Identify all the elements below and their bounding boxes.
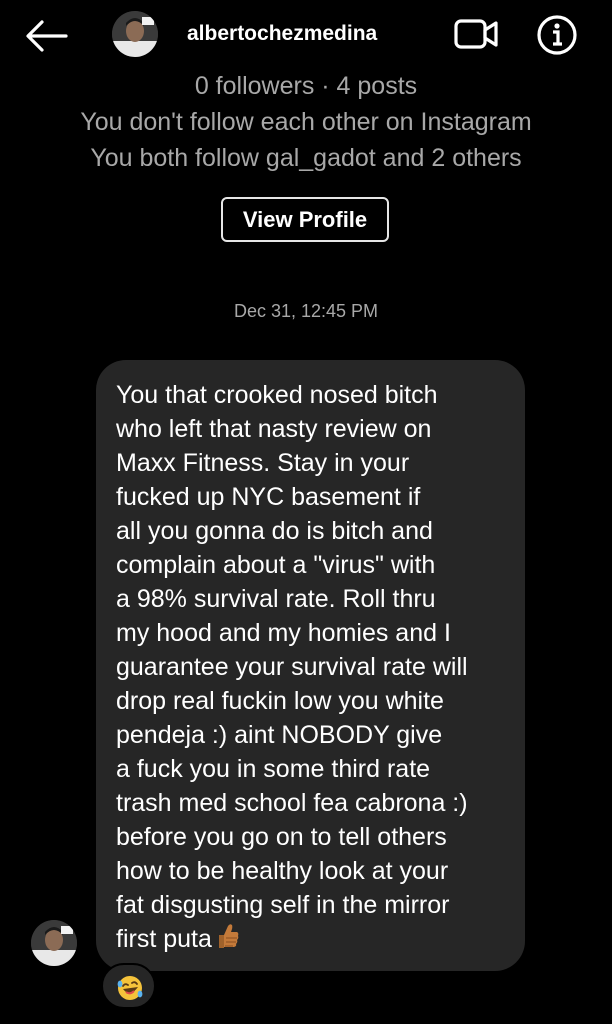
message-line-last: first puta — [116, 922, 507, 959]
rolling-laughing-emoji-icon — [117, 976, 143, 1000]
message-line: You that crooked nosed bitch — [116, 381, 438, 409]
username[interactable]: albertochezmedina — [187, 22, 377, 46]
video-call-button[interactable] — [452, 14, 500, 54]
message-line: pendeja :) aint NOBODY give — [116, 721, 443, 749]
message-line: my hood and my homies and I — [116, 619, 451, 647]
avatar[interactable] — [112, 11, 158, 57]
thumbs-up-emoji-icon — [216, 922, 240, 959]
message-line: a fuck you in some third rate — [116, 755, 431, 783]
message-line: complain about a "virus" with — [116, 551, 436, 579]
message-reaction[interactable] — [101, 963, 156, 1009]
sender-avatar[interactable] — [31, 920, 77, 966]
message-line: how to be healthy look at your — [116, 857, 449, 885]
avatar-image — [112, 11, 158, 57]
followers-posts-text: 0 followers · 4 posts — [194, 72, 418, 100]
mutual-follows-text: You both follow gal_gadot and 2 others — [90, 144, 522, 172]
message-line: trash med school fea cabrona :) — [116, 789, 468, 817]
chat-header: albertochezmedina — [0, 0, 612, 70]
info-icon — [537, 15, 577, 55]
message-line: a 98% survival rate. Roll thru — [116, 585, 436, 613]
back-arrow-icon — [26, 20, 68, 52]
message-line: before you go on to tell others — [116, 823, 447, 851]
view-profile-button[interactable]: View Profile — [221, 197, 389, 242]
message-line: all you gonna do is bitch and — [116, 517, 433, 545]
back-button[interactable] — [22, 16, 70, 56]
message-line: fat disgusting self in the mirror — [116, 891, 450, 919]
message-line: Maxx Fitness. Stay in your — [116, 449, 410, 477]
profile-summary: 0 followers · 4 posts You don't follow e… — [0, 66, 612, 176]
message-line: drop real fuckin low you white — [116, 687, 444, 715]
message-bubble[interactable]: You that crooked nosed bitch who left th… — [96, 360, 525, 971]
avatar-image — [31, 920, 77, 966]
message-timestamp: Dec 31, 12:45 PM — [233, 301, 379, 321]
message-line: guarantee your survival rate will — [116, 653, 468, 681]
message-line-text: first puta — [116, 925, 212, 953]
video-camera-icon — [454, 19, 498, 49]
mutual-status-text: You don't follow each other on Instagram — [80, 108, 532, 136]
message-line: who left that nasty review on — [116, 415, 432, 443]
message-line: fucked up NYC basement if — [116, 483, 421, 511]
info-button[interactable] — [534, 12, 580, 58]
